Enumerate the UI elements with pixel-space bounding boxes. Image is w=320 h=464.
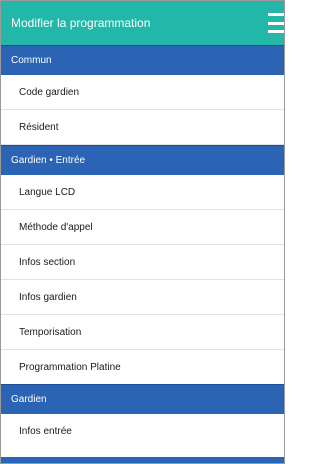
menu-item-label: Langue LCD (19, 186, 76, 198)
menu-item-infos-gardien[interactable]: Infos gardien (1, 280, 284, 315)
menu-item-label: Résident (19, 121, 59, 133)
menu-item-infos-entree[interactable]: Infos entrée (1, 414, 284, 448)
page-title: Modifier la programmation (11, 16, 151, 30)
section-label: Gardien • Entrée (11, 155, 86, 166)
section-label: Gardien (11, 394, 47, 405)
section-header-gardien: Gardien (1, 384, 284, 414)
menu-item-temporisation[interactable]: Temporisation (1, 315, 284, 350)
menu-item-methode-appel[interactable]: Méthode d'appel (1, 210, 284, 245)
menu-item-code-gardien[interactable]: Code gardien (1, 75, 284, 110)
menu-item-label: Programmation Platine (19, 361, 121, 373)
hamburger-menu-icon[interactable] (268, 13, 284, 33)
menu-item-label: Code gardien (19, 86, 80, 98)
menu-item-label: Infos entrée (19, 425, 72, 437)
section-header-gardien-entree: Gardien • Entrée (1, 145, 284, 175)
menu-item-label: Infos gardien (19, 291, 77, 303)
menu-item-langue-lcd[interactable]: Langue LCD (1, 175, 284, 210)
menu-item-label: Infos section (19, 256, 76, 268)
section-label: Commun (11, 55, 52, 66)
app-bar: Modifier la programmation (1, 1, 284, 45)
menu-item-resident[interactable]: Résident (1, 110, 284, 145)
menu-item-label: Temporisation (19, 326, 82, 338)
menu-item-label: Méthode d'appel (19, 221, 93, 233)
menu-item-infos-section[interactable]: Infos section (1, 245, 284, 280)
app-window: Modifier la programmation Commun Code ga… (0, 0, 285, 464)
menu-item-programmation-platine[interactable]: Programmation Platine (1, 350, 284, 384)
next-section-header-partial (1, 457, 284, 463)
section-header-commun: Commun (1, 45, 284, 75)
